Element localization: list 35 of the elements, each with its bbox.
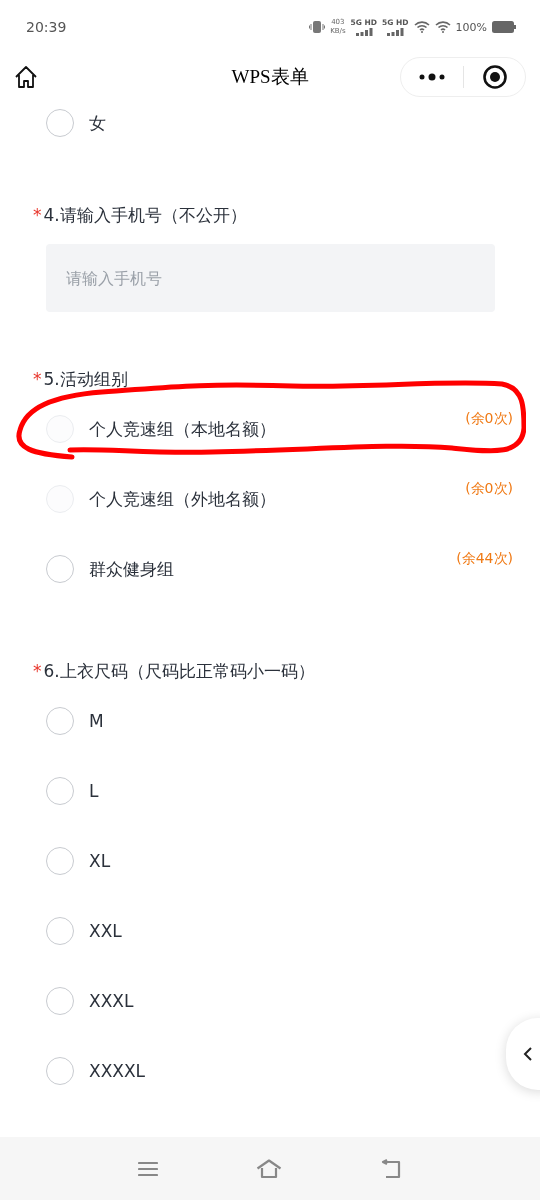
back-icon[interactable] xyxy=(380,1158,402,1179)
option-label: L xyxy=(89,781,100,801)
signal-icon xyxy=(354,27,373,36)
close-target-icon[interactable] xyxy=(482,64,508,90)
wifi-icon xyxy=(434,21,451,33)
chevron-left-icon xyxy=(523,1047,533,1061)
required-mark: * xyxy=(33,205,42,225)
home-icon[interactable] xyxy=(14,65,38,89)
question-title: 5.活动组别 xyxy=(43,367,128,391)
option-label: 女 xyxy=(89,111,107,135)
remaining-quota: (余0次) xyxy=(465,480,513,498)
wifi-icon xyxy=(413,21,430,33)
option-label: XXL xyxy=(89,921,123,941)
menu-icon[interactable] xyxy=(138,1160,158,1177)
option-label: 个人竞速组（本地名额） xyxy=(89,417,277,441)
option-label: XL xyxy=(89,851,112,871)
battery-level: 100% xyxy=(455,20,487,34)
battery-icon xyxy=(492,21,516,33)
question-title: 4.请输入手机号（不公开） xyxy=(43,203,247,227)
page-title: WPS表单 xyxy=(231,65,309,89)
more-icon[interactable] xyxy=(419,73,445,81)
option-label: XXXXL xyxy=(89,1061,147,1081)
clock: 20:39 xyxy=(26,19,67,35)
required-mark: * xyxy=(33,369,42,389)
remaining-quota: (余0次) xyxy=(465,410,513,428)
option-label: 个人竞速组（外地名额） xyxy=(89,487,277,511)
question-title: 6.上衣尺码（尺码比正常码小一码） xyxy=(43,659,315,683)
vibrate-icon xyxy=(309,20,326,34)
option-label: 群众健身组 xyxy=(89,557,175,581)
signal-icon xyxy=(386,27,405,36)
remaining-quota: (余44次) xyxy=(456,550,513,568)
phone-input-field[interactable]: 请输入手机号 xyxy=(46,244,495,312)
required-mark: * xyxy=(33,661,42,681)
option-label: M xyxy=(89,711,105,731)
option-label: XXXL xyxy=(89,991,135,1011)
